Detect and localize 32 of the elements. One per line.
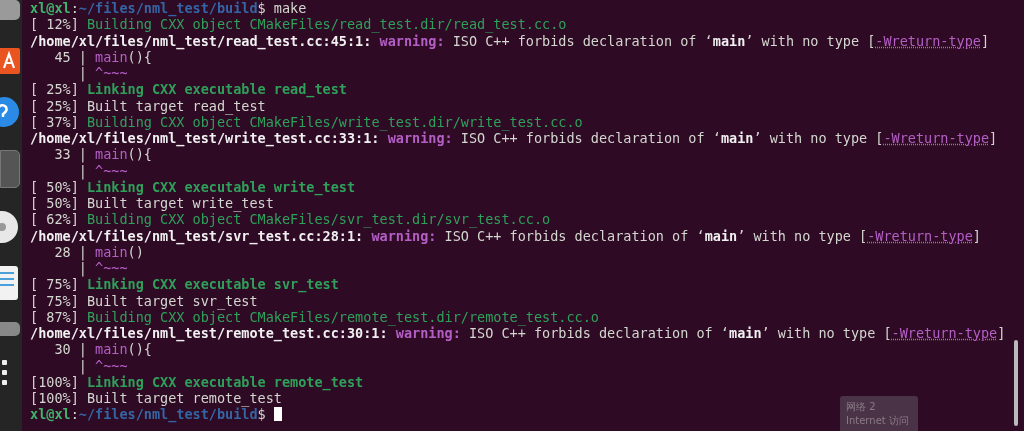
terminal-line: xl@xl:~/files/nml_test/build$ [30, 406, 282, 423]
terminal-line: [100%] Built target remote_test [30, 390, 282, 407]
terminal-line: /home/xl/files/nml_test/remote_test.cc:30:1: warning: ISO C++ forbids declaration of ‘main’ with no type [-Wreturn-type] [30, 325, 1006, 342]
terminal-line: [ 75%] Built target svr_test [30, 292, 258, 309]
terminal-line: [ 37%] Building CXX object CMakeFiles/write_test.dir/write_test.cc.o [30, 113, 583, 130]
terminal-line: /home/xl/files/nml_test/read_test.cc:45:1: warning: ISO C++ forbids declaration of ‘main’ with no type [-Wreturn-type] [30, 32, 990, 49]
terminal-line: [ 87%] Building CXX object CMakeFiles/remote_test.dir/remote_test.cc.o [30, 308, 599, 325]
terminal-line: 45 | main(){ [54, 48, 152, 65]
terminal-line: [ 62%] Building CXX object CMakeFiles/svr_test.dir/svr_test.cc.o [30, 211, 551, 228]
app-icon[interactable] [0, 0, 20, 20]
terminal-line: [ 25%] Linking CXX executable read_test [30, 81, 347, 98]
terminal-line: 30 | main(){ [54, 341, 152, 358]
scrollbar-thumb[interactable] [1014, 340, 1018, 426]
terminal-line: | ^~~~ [77, 65, 128, 82]
terminal-line: [ 25%] Built target read_test [30, 97, 266, 114]
terminal-line: | ^~~~ [77, 357, 128, 374]
help-icon[interactable] [0, 96, 20, 128]
terminal-line: | ^~~~ [77, 162, 128, 179]
terminal-line: [ 75%] Linking CXX executable svr_test [30, 276, 339, 293]
document-icon[interactable] [0, 266, 20, 300]
terminal-line: xl@xl:~/files/nml_test/build$ make [30, 0, 307, 17]
terminal-line: /home/xl/files/nml_test/write_test.cc:33:1: warning: ISO C++ forbids declaration of ‘main’ with no type [-Wreturn-type] [30, 130, 998, 147]
terminal-line: [ 50%] Built target write_test [30, 195, 274, 212]
apps-grid-icon[interactable] [0, 358, 10, 388]
notification-title: 网络 2 [846, 400, 877, 414]
terminal-line: 33 | main(){ [54, 146, 152, 163]
app-icon[interactable] [0, 322, 20, 336]
terminal-line: [ 12%] Building CXX object CMakeFiles/read_test.dir/read_test.cc.o [30, 16, 567, 33]
terminal-line: /home/xl/files/nml_test/svr_test.cc:28:1: warning: ISO C++ forbids declaration of ‘main’ with no type [-Wreturn-type] [30, 227, 981, 244]
terminal-line: 28 | main() [54, 243, 144, 260]
notification-text: Internet 访问 [846, 414, 910, 428]
terminal-line: | ^~~~ [77, 260, 128, 277]
